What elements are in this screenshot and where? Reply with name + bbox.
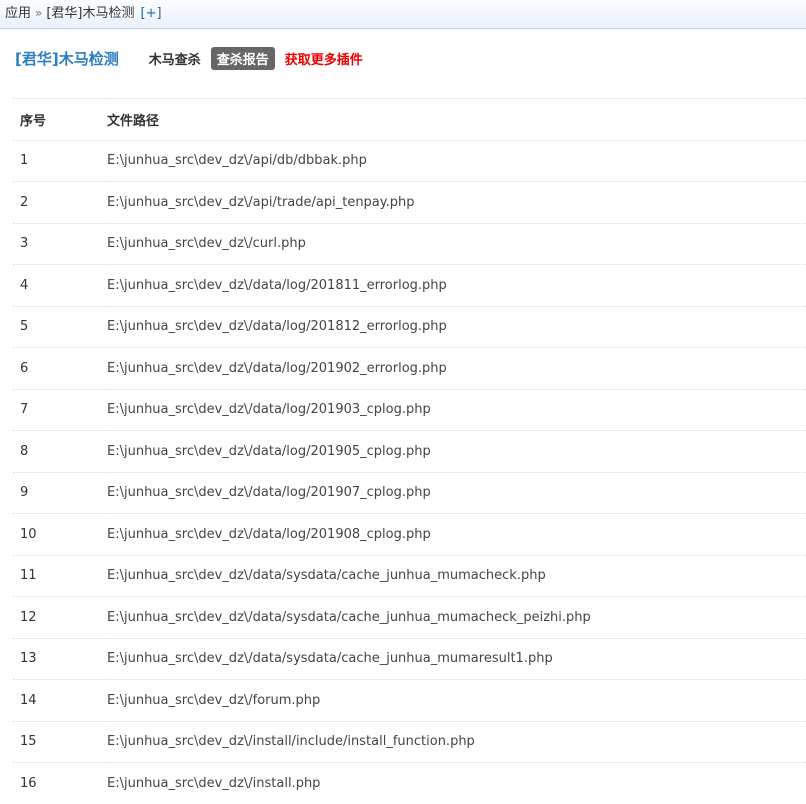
row-number: 14 [13,680,107,722]
file-path: E:\junhua_src\dev_dz\/data/log/201902_er… [107,348,806,390]
row-number: 6 [13,348,107,390]
file-path: E:\junhua_src\dev_dz\/forum.php [107,680,806,722]
file-path: E:\junhua_src\dev_dz\/install.php [107,763,806,804]
breadcrumb-current: [君华]木马检测 [46,6,134,21]
table-row: 4E:\junhua_src\dev_dz\/data/log/201811_e… [13,265,806,307]
breadcrumb: 应用 » [君华]木马检测 [+] [5,0,162,26]
file-path: E:\junhua_src\dev_dz\/api/trade/api_tenp… [107,182,806,224]
table-row: 10E:\junhua_src\dev_dz\/data/log/201908_… [13,514,806,556]
plugin-header: [君华]木马检测 木马查杀 查杀报告 获取更多插件 [15,44,363,72]
plugin-title: [君华]木马检测 [15,48,119,69]
row-number: 12 [13,597,107,639]
file-path: E:\junhua_src\dev_dz\/install/include/in… [107,721,806,763]
row-number: 9 [13,472,107,514]
table-row: 6E:\junhua_src\dev_dz\/data/log/201902_e… [13,348,806,390]
file-path: E:\junhua_src\dev_dz\/data/log/201905_cp… [107,431,806,473]
table-row: 7E:\junhua_src\dev_dz\/data/log/201903_c… [13,389,806,431]
file-path: E:\junhua_src\dev_dz\/data/sysdata/cache… [107,555,806,597]
file-path: E:\junhua_src\dev_dz\/data/log/201811_er… [107,265,806,307]
add-shortcut-link[interactable]: [+] [141,6,162,21]
file-path: E:\junhua_src\dev_dz\/data/log/201907_cp… [107,472,806,514]
row-number: 3 [13,223,107,265]
table-header-row: 序号 文件路径 [13,99,806,141]
table-row: 15E:\junhua_src\dev_dz\/install/include/… [13,721,806,763]
file-path: E:\junhua_src\dev_dz\/curl.php [107,223,806,265]
row-number: 13 [13,638,107,680]
file-path: E:\junhua_src\dev_dz\/api/db/dbbak.php [107,140,806,182]
file-path: E:\junhua_src\dev_dz\/data/sysdata/cache… [107,597,806,639]
more-plugins-link[interactable]: 获取更多插件 [285,49,363,68]
column-header-path: 文件路径 [107,99,806,141]
table-row: 8E:\junhua_src\dev_dz\/data/log/201905_c… [13,431,806,473]
tab-trojan-scan[interactable]: 木马查杀 [149,49,201,68]
row-number: 11 [13,555,107,597]
row-number: 8 [13,431,107,473]
table-row: 1E:\junhua_src\dev_dz\/api/db/dbbak.php [13,140,806,182]
file-path: E:\junhua_src\dev_dz\/data/log/201908_cp… [107,514,806,556]
row-number: 1 [13,140,107,182]
row-number: 7 [13,389,107,431]
table-row: 16E:\junhua_src\dev_dz\/install.php [13,763,806,804]
breadcrumb-separator: » [35,6,42,20]
row-number: 4 [13,265,107,307]
table-row: 12E:\junhua_src\dev_dz\/data/sysdata/cac… [13,597,806,639]
table-row: 2E:\junhua_src\dev_dz\/api/trade/api_ten… [13,182,806,224]
table-body: 1E:\junhua_src\dev_dz\/api/db/dbbak.php2… [13,140,806,804]
table-row: 14E:\junhua_src\dev_dz\/forum.php [13,680,806,722]
tab-scan-report[interactable]: 查杀报告 [211,47,275,70]
table-row: 3E:\junhua_src\dev_dz\/curl.php [13,223,806,265]
table-row: 9E:\junhua_src\dev_dz\/data/log/201907_c… [13,472,806,514]
row-number: 16 [13,763,107,804]
table-row: 5E:\junhua_src\dev_dz\/data/log/201812_e… [13,306,806,348]
row-number: 15 [13,721,107,763]
row-number: 5 [13,306,107,348]
file-path: E:\junhua_src\dev_dz\/data/log/201812_er… [107,306,806,348]
scan-report-table: 序号 文件路径 1E:\junhua_src\dev_dz\/api/db/db… [13,98,806,804]
breadcrumb-root-link[interactable]: 应用 [5,6,31,21]
table-row: 13E:\junhua_src\dev_dz\/data/sysdata/cac… [13,638,806,680]
row-number: 10 [13,514,107,556]
breadcrumb-bar: 应用 » [君华]木马检测 [+] [0,0,806,29]
row-number: 2 [13,182,107,224]
table-row: 11E:\junhua_src\dev_dz\/data/sysdata/cac… [13,555,806,597]
file-path: E:\junhua_src\dev_dz\/data/sysdata/cache… [107,638,806,680]
column-header-no: 序号 [13,99,107,141]
file-path: E:\junhua_src\dev_dz\/data/log/201903_cp… [107,389,806,431]
